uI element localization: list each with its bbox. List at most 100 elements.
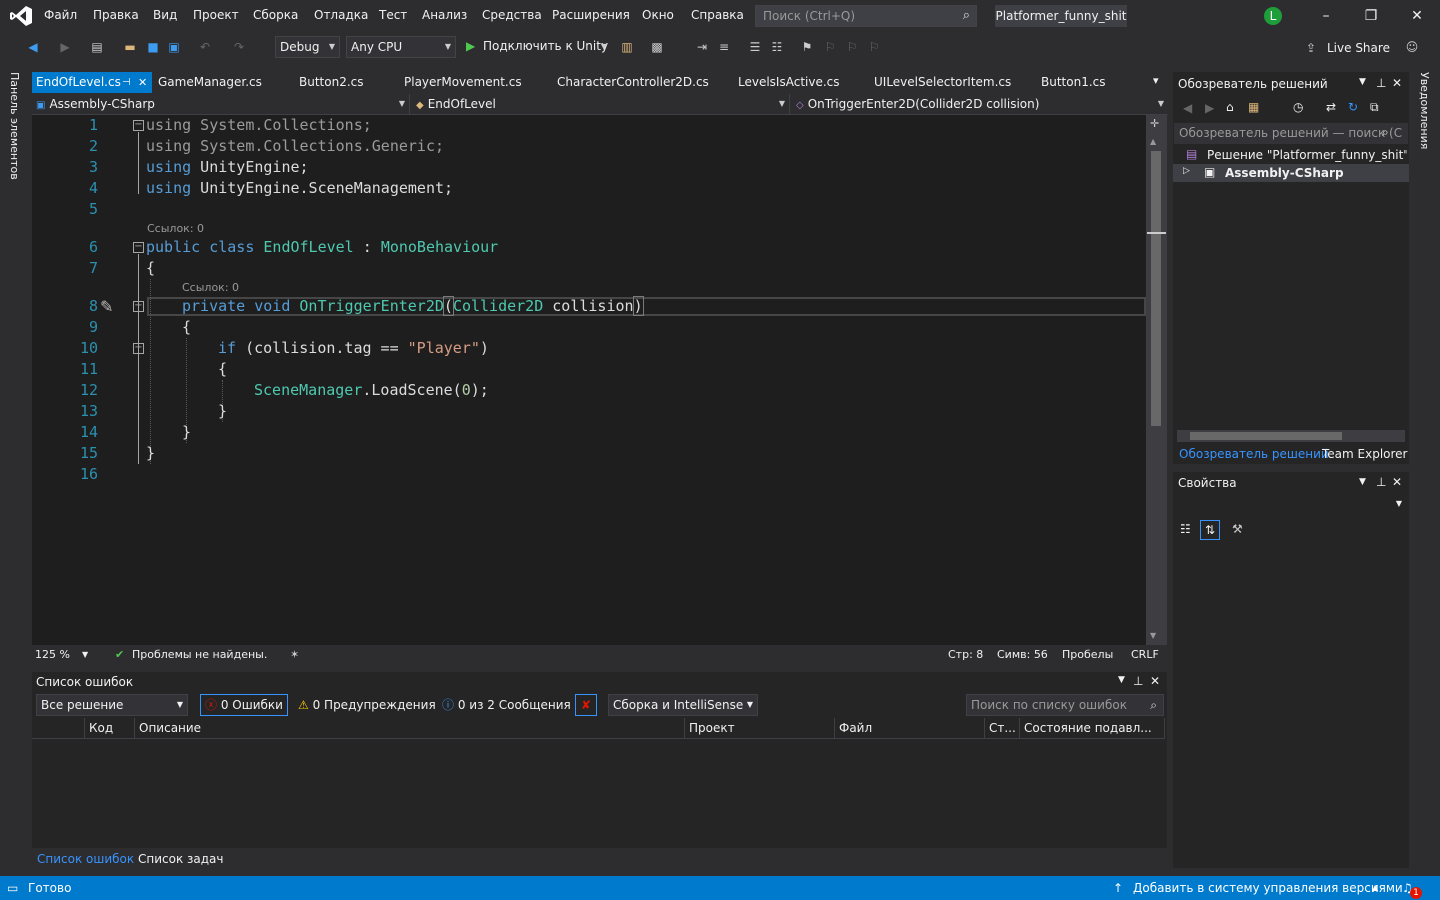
line-ending[interactable]: CRLF bbox=[1131, 648, 1159, 661]
collapse-icon[interactable]: − bbox=[133, 301, 144, 312]
column-header-description[interactable]: Описание bbox=[135, 718, 685, 738]
bookmark-icon[interactable]: ⚑ bbox=[800, 40, 814, 54]
redo-icon[interactable]: ↷ bbox=[232, 40, 246, 54]
comment-icon[interactable]: ☰ bbox=[748, 40, 762, 54]
column-header-project[interactable]: Проект bbox=[685, 718, 835, 738]
code-editor[interactable]: 1 2 3 4 5 6 7 8 9 10 11 12 13 14 15 16 ✎… bbox=[32, 115, 1146, 645]
close-button[interactable]: ✕ bbox=[1407, 6, 1427, 26]
pending-changes-icon[interactable]: ◷ bbox=[1293, 100, 1303, 114]
project-dropdown[interactable]: ▣ Assembly-CSharp ▼ bbox=[32, 94, 410, 114]
toolbox-tab[interactable]: Панель элементов bbox=[8, 72, 21, 180]
class-dropdown[interactable]: ◆ EndOfLevel ▼ bbox=[412, 94, 790, 114]
menu-file[interactable]: Файл bbox=[44, 8, 77, 26]
column-header-line[interactable]: Ст... bbox=[985, 718, 1020, 738]
panel-menu-icon[interactable]: ▼ bbox=[1359, 77, 1366, 87]
play-icon[interactable]: ▶ bbox=[466, 39, 475, 53]
whitespace-mode[interactable]: Пробелы bbox=[1062, 648, 1113, 661]
panel-menu-icon[interactable]: ▼ bbox=[1118, 675, 1125, 685]
switch-views-icon[interactable]: ▦ bbox=[1248, 100, 1259, 114]
alphabetical-icon[interactable]: ⇅ bbox=[1200, 520, 1220, 540]
prev-bookmark-icon[interactable]: ⚐ bbox=[823, 40, 837, 54]
tab-charactercontroller2d[interactable]: CharacterController2D.cs bbox=[557, 72, 709, 93]
issues-status[interactable]: Проблемы не найдены. bbox=[132, 648, 267, 661]
scroll-down-icon[interactable]: ▼ bbox=[1150, 631, 1156, 640]
close-tab-icon[interactable]: ✕ bbox=[138, 72, 147, 93]
property-pages-icon[interactable]: ⚒ bbox=[1232, 522, 1243, 536]
close-panel-icon[interactable]: ✕ bbox=[1392, 475, 1402, 489]
step-icon[interactable]: ⇥ bbox=[695, 40, 709, 54]
add-source-control-button[interactable]: Добавить в систему управления версиями bbox=[1133, 881, 1403, 895]
tab-task-list[interactable]: Список задач bbox=[138, 852, 224, 866]
solution-search-input[interactable]: Обозреватель решений — поиск (C ⌕ bbox=[1174, 123, 1408, 144]
quick-actions-icon[interactable]: ✎ bbox=[100, 297, 113, 316]
collapse-icon[interactable]: − bbox=[133, 242, 144, 253]
tab-error-list[interactable]: Список ошибок bbox=[37, 852, 134, 866]
tab-uilevelselectoritem[interactable]: UILevelSelectorItem.cs bbox=[874, 72, 1011, 93]
member-dropdown[interactable]: ◇ OnTriggerEnter2D(Collider2D collision) ▼ bbox=[792, 94, 1168, 114]
tab-button2[interactable]: Button2.cs bbox=[299, 72, 364, 93]
tab-playermovement[interactable]: PlayerMovement.cs bbox=[404, 72, 522, 93]
undo-icon[interactable]: ↶ bbox=[198, 40, 212, 54]
collapse-icon[interactable]: − bbox=[133, 120, 144, 131]
tab-button1[interactable]: Button1.cs bbox=[1041, 72, 1106, 93]
feedback-icon[interactable]: ☺ bbox=[1405, 40, 1419, 54]
tab-team-explorer[interactable]: Team Explorer bbox=[1322, 447, 1408, 461]
back-icon[interactable]: ◀ bbox=[26, 40, 40, 54]
menu-analyze[interactable]: Анализ bbox=[422, 8, 467, 26]
scroll-thumb[interactable] bbox=[1151, 151, 1161, 426]
tab-overflow-icon[interactable]: ▾ bbox=[1153, 74, 1159, 87]
column-position[interactable]: Симв: 56 bbox=[997, 648, 1048, 661]
code-cleanup-icon[interactable]: ✶ bbox=[290, 648, 299, 661]
messages-filter-button[interactable]: ⓘ 0 из 2 Сообщения bbox=[437, 694, 576, 716]
column-header-file[interactable]: Файл bbox=[835, 718, 985, 738]
open-folder-icon[interactable]: ▬ bbox=[123, 40, 137, 54]
menu-project[interactable]: Проект bbox=[193, 8, 239, 26]
pin-icon[interactable]: ⊣ bbox=[122, 72, 131, 93]
zoom-level[interactable]: 125 % bbox=[35, 648, 70, 661]
live-share-button[interactable]: Live Share bbox=[1327, 41, 1390, 55]
diagnostics-icon[interactable]: ▩ bbox=[650, 40, 664, 54]
forward-icon[interactable]: ▶ bbox=[1205, 101, 1214, 115]
uncomment-icon[interactable]: ☷ bbox=[770, 40, 784, 54]
scroll-up-icon[interactable]: ▲ bbox=[1150, 137, 1156, 146]
error-search-input[interactable]: Поиск по списку ошибок ⌕ bbox=[966, 694, 1164, 716]
errors-filter-button[interactable]: ⓧ 0 Ошибки bbox=[200, 694, 288, 716]
column-header-icon[interactable] bbox=[32, 718, 85, 738]
attach-process-icon[interactable]: ▥ bbox=[620, 40, 634, 54]
line-position[interactable]: Стр: 8 bbox=[948, 648, 983, 661]
pin-icon[interactable]: ⊥ bbox=[1376, 475, 1386, 489]
run-dropdown-icon[interactable]: ▼ bbox=[597, 40, 611, 54]
menu-build[interactable]: Сборка bbox=[253, 8, 298, 26]
pin-icon[interactable]: ⊥ bbox=[1376, 76, 1386, 90]
refresh-icon[interactable]: ↻ bbox=[1348, 100, 1358, 114]
collapse-icon[interactable]: − bbox=[133, 343, 144, 354]
split-icon[interactable]: ✛ bbox=[1150, 117, 1159, 130]
next-bookmark-icon[interactable]: ⚐ bbox=[845, 40, 859, 54]
column-header-code[interactable]: Код bbox=[85, 718, 135, 738]
pin-icon[interactable]: ⊥ bbox=[1133, 674, 1143, 688]
collapse-all-icon[interactable]: ⧉ bbox=[1370, 100, 1379, 115]
new-project-icon[interactable]: ▤ bbox=[90, 40, 104, 54]
expand-icon[interactable]: ▷ bbox=[1183, 166, 1190, 176]
back-icon[interactable]: ◀ bbox=[1183, 101, 1192, 115]
categorized-icon[interactable]: ☷ bbox=[1180, 522, 1191, 536]
forward-icon[interactable]: ▶ bbox=[58, 40, 72, 54]
maximize-button[interactable]: ❐ bbox=[1361, 6, 1381, 26]
menu-test[interactable]: Тест bbox=[379, 8, 407, 26]
minimize-button[interactable]: – bbox=[1316, 6, 1336, 26]
project-node[interactable]: Assembly-CSharp bbox=[1225, 166, 1344, 180]
column-header-suppression[interactable]: Состояние подавл... bbox=[1020, 718, 1165, 738]
tab-levelsisactive[interactable]: LevelsIsActive.cs bbox=[738, 72, 840, 93]
code-lens-references[interactable]: Ссылок: 0 bbox=[147, 221, 204, 237]
home-icon[interactable]: ⌂ bbox=[1226, 100, 1234, 114]
menu-tools[interactable]: Средства bbox=[482, 8, 542, 26]
project-node-row[interactable]: ▷ ▣ Assembly-CSharp bbox=[1173, 164, 1409, 182]
tab-gamemanager[interactable]: GameManager.cs bbox=[158, 72, 262, 93]
close-panel-icon[interactable]: ✕ bbox=[1150, 674, 1160, 688]
close-panel-icon[interactable]: ✕ bbox=[1392, 76, 1402, 90]
sync-icon[interactable]: ⇄ bbox=[1326, 100, 1336, 114]
menu-extensions[interactable]: Расширения bbox=[552, 8, 630, 26]
menu-window[interactable]: Окно bbox=[642, 8, 674, 26]
notifications-tab[interactable]: Уведомления bbox=[1418, 72, 1431, 149]
warnings-filter-button[interactable]: ⚠ 0 Предупреждения bbox=[293, 694, 441, 716]
